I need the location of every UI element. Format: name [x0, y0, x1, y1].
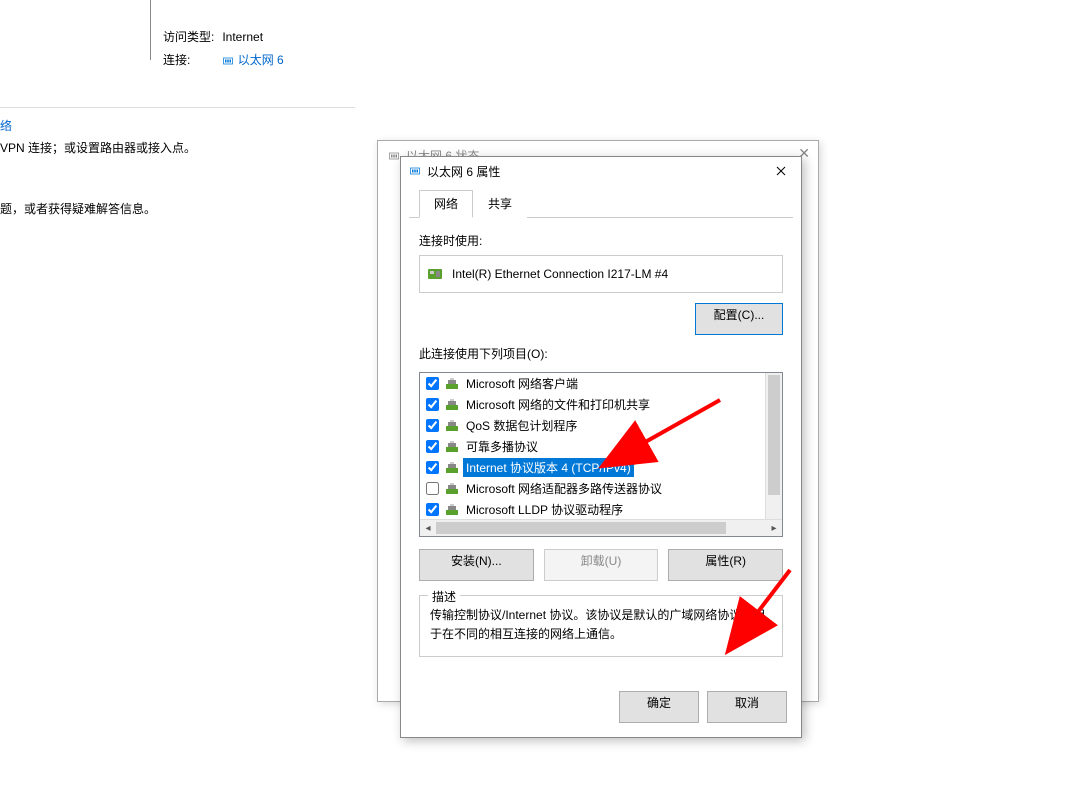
close-icon: [776, 166, 786, 176]
access-type-value: Internet: [222, 26, 289, 47]
protocol-label: 可靠多播协议: [463, 437, 541, 456]
protocol-item[interactable]: 可靠多播协议: [420, 436, 766, 457]
bg-text-line1: VPN 连接；或设置路由器或接入点。: [0, 139, 196, 156]
protocol-checkbox[interactable]: [426, 440, 439, 453]
protocol-label: Internet 协议版本 4 (TCP/IPv4): [463, 458, 634, 477]
scroll-right-icon[interactable]: ▸: [766, 520, 782, 536]
titlebar[interactable]: 以太网 6 属性: [401, 157, 801, 185]
tab-share[interactable]: 共享: [473, 190, 527, 218]
section-heading: 络: [0, 117, 12, 134]
tab-bar: 网络 共享: [409, 189, 793, 218]
connection-summary: 访问类型: Internet 连接: 以太网 6: [161, 24, 292, 72]
protocol-label: Microsoft 网络客户端: [463, 374, 581, 393]
protocol-icon: [445, 398, 459, 412]
dialog-title: 以太网 6 属性: [427, 163, 500, 180]
connect-label: 连接:: [163, 49, 220, 70]
close-button[interactable]: [765, 159, 797, 183]
ok-button[interactable]: 确定: [619, 691, 699, 723]
horizontal-scrollbar[interactable]: ◂ ▸: [420, 519, 782, 536]
ethernet-properties-dialog: 以太网 6 属性 网络 共享 连接时使用: Intel(R) Ethernet …: [400, 156, 802, 738]
protocol-label: QoS 数据包计划程序: [463, 416, 580, 435]
protocol-icon: [445, 461, 459, 475]
protocol-item[interactable]: Microsoft 网络适配器多路传送器协议: [420, 478, 766, 499]
protocol-icon: [445, 503, 459, 517]
adapter-display: Intel(R) Ethernet Connection I217-LM #4: [419, 255, 783, 293]
protocol-icon: [445, 482, 459, 496]
protocol-icon: [445, 419, 459, 433]
protocol-checkbox[interactable]: [426, 482, 439, 495]
items-label: 此连接使用下列项目(O):: [419, 345, 783, 362]
uninstall-button: 卸载(U): [544, 549, 659, 581]
protocol-item[interactable]: Microsoft LLDP 协议驱动程序: [420, 499, 766, 520]
protocol-label: Microsoft 网络的文件和打印机共享: [463, 395, 653, 414]
protocol-checkbox[interactable]: [426, 398, 439, 411]
access-type-label: 访问类型:: [163, 26, 220, 47]
protocol-item[interactable]: Internet 协议版本 4 (TCP/IPv4): [420, 457, 766, 478]
description-group: 描述 传输控制协议/Internet 协议。该协议是默认的广域网络协议，用于在不…: [419, 595, 783, 657]
protocol-icon: [445, 377, 459, 391]
nic-icon: [428, 267, 444, 281]
protocol-label: Microsoft 网络适配器多路传送器协议: [463, 479, 665, 498]
ethernet-icon: [409, 165, 421, 177]
cancel-button[interactable]: 取消: [707, 691, 787, 723]
properties-button[interactable]: 属性(R): [668, 549, 783, 581]
adapter-name: Intel(R) Ethernet Connection I217-LM #4: [452, 267, 668, 281]
divider: [150, 0, 151, 60]
protocol-icon: [445, 440, 459, 454]
install-button[interactable]: 安装(N)...: [419, 549, 534, 581]
protocol-checkbox[interactable]: [426, 419, 439, 432]
description-legend: 描述: [428, 588, 460, 605]
protocol-item[interactable]: Microsoft 网络客户端: [420, 373, 766, 394]
tab-network[interactable]: 网络: [419, 190, 473, 218]
vertical-scrollbar[interactable]: [765, 373, 782, 520]
connect-using-label: 连接时使用:: [419, 232, 783, 249]
separator: [0, 107, 355, 108]
protocol-list[interactable]: Microsoft 网络客户端 Microsoft 网络的文件和打印机共享 QoS …: [419, 372, 783, 537]
protocol-item[interactable]: Microsoft 网络的文件和打印机共享: [420, 394, 766, 415]
protocol-label: Microsoft LLDP 协议驱动程序: [463, 500, 626, 519]
bg-text-line2: 题，或者获得疑难解答信息。: [0, 200, 156, 217]
ethernet-icon: [222, 55, 234, 67]
protocol-checkbox[interactable]: [426, 377, 439, 390]
protocol-checkbox[interactable]: [426, 461, 439, 474]
description-text: 传输控制协议/Internet 协议。该协议是默认的广域网络协议，用于在不同的相…: [430, 606, 772, 644]
configure-button[interactable]: 配置(C)...: [695, 303, 783, 335]
ethernet-icon: [388, 150, 400, 162]
scroll-left-icon[interactable]: ◂: [420, 520, 436, 536]
protocol-item[interactable]: QoS 数据包计划程序: [420, 415, 766, 436]
connection-link[interactable]: 以太网 6: [238, 53, 284, 67]
protocol-checkbox[interactable]: [426, 503, 439, 516]
